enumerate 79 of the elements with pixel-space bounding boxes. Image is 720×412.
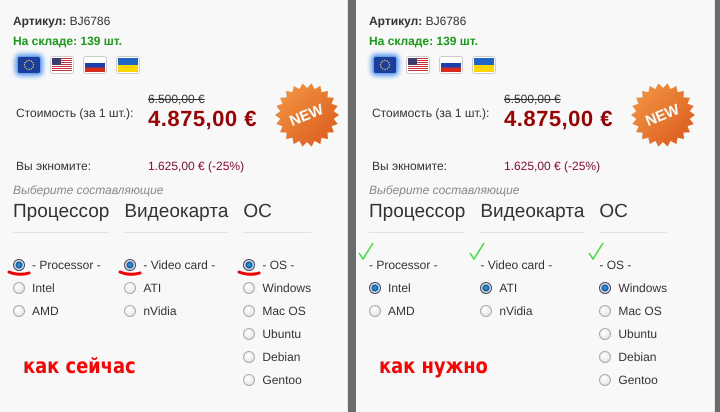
option-label: nVidia bbox=[143, 304, 177, 318]
us-flag-icon[interactable] bbox=[50, 56, 74, 74]
option-label: AMD bbox=[32, 304, 59, 318]
radio-button[interactable] bbox=[243, 374, 256, 386]
option-heading: - Processor - bbox=[369, 258, 438, 272]
new-badge: NEW bbox=[630, 83, 695, 147]
stock-text: На складе: 139 шт. bbox=[13, 34, 123, 48]
option-label: Mac OS bbox=[262, 304, 306, 318]
option-label: - Processor - bbox=[32, 258, 101, 272]
group-title: ОС bbox=[599, 201, 668, 233]
radio-button[interactable] bbox=[124, 305, 136, 317]
option-label: nVidia bbox=[499, 304, 533, 318]
annotation-caption: как сейчас bbox=[23, 354, 136, 378]
option-label: Mac OS bbox=[618, 304, 662, 318]
radio-button[interactable] bbox=[243, 328, 256, 340]
price-label: Стоимость (за 1 шт.): bbox=[372, 106, 490, 120]
price: 4.875,00 € bbox=[148, 106, 257, 132]
option-label: ATI bbox=[143, 281, 162, 295]
savings-value: 1.625,00 € (-25%) bbox=[504, 159, 600, 173]
option-label: - Video card - bbox=[143, 258, 216, 272]
price: 4.875,00 € bbox=[504, 106, 613, 132]
option-label: ATI bbox=[499, 281, 518, 295]
group-title: ОС bbox=[243, 201, 312, 233]
ua-flag-icon[interactable] bbox=[472, 56, 496, 74]
option-label: Intel bbox=[388, 281, 411, 295]
option-label: Windows bbox=[262, 281, 312, 295]
option-label: Windows bbox=[618, 281, 668, 295]
radio-button[interactable] bbox=[243, 259, 256, 271]
option-heading: - OS - bbox=[599, 258, 632, 272]
old-price: 6.500,00 € bbox=[148, 92, 206, 106]
sku-text: Артикул: BJ6786 bbox=[369, 14, 468, 28]
stock-text: На складе: 139 шт. bbox=[369, 34, 479, 48]
option-label: Debian bbox=[262, 350, 300, 364]
radio-button[interactable] bbox=[243, 282, 256, 294]
section-hint: Выберите составляющие bbox=[13, 183, 164, 197]
old-price: 6.500,00 € bbox=[504, 92, 562, 106]
section-hint: Выберите составляющие bbox=[369, 183, 520, 197]
option-heading: - Video card - bbox=[480, 258, 552, 272]
radio-button[interactable] bbox=[599, 374, 612, 386]
radio-button[interactable] bbox=[599, 351, 612, 363]
radio-button[interactable] bbox=[13, 259, 25, 271]
radio-button[interactable] bbox=[13, 282, 25, 294]
annotation-caption: как нужно bbox=[379, 354, 488, 378]
savings-value: 1.625,00 € (-25%) bbox=[148, 159, 244, 173]
ua-flag-icon[interactable] bbox=[116, 56, 140, 74]
radio-button[interactable] bbox=[599, 305, 612, 317]
savings-label: Вы экномите: bbox=[372, 159, 448, 173]
radio-button[interactable] bbox=[124, 259, 136, 271]
radio-button[interactable] bbox=[243, 351, 256, 363]
ru-flag-icon[interactable] bbox=[83, 56, 107, 74]
option-label: Gentoo bbox=[262, 373, 302, 387]
option-label: Intel bbox=[32, 281, 55, 295]
radio-button[interactable] bbox=[480, 282, 492, 294]
group-title: Процессор bbox=[13, 201, 110, 233]
sku-text: Артикул: BJ6786 bbox=[13, 14, 112, 28]
group-title: Видеокарта bbox=[480, 201, 584, 233]
radio-button[interactable] bbox=[599, 328, 612, 340]
radio-button[interactable] bbox=[480, 305, 492, 317]
radio-button[interactable] bbox=[124, 282, 136, 294]
eu-flag-icon[interactable] bbox=[373, 56, 397, 74]
option-label: Gentoo bbox=[618, 373, 658, 387]
radio-button[interactable] bbox=[599, 282, 612, 294]
group-title: Процессор bbox=[369, 201, 466, 233]
radio-button[interactable] bbox=[369, 282, 381, 294]
radio-button[interactable] bbox=[13, 305, 25, 317]
group-title: Видеокарта bbox=[124, 201, 228, 233]
option-label: AMD bbox=[388, 304, 415, 318]
new-badge: NEW bbox=[274, 83, 339, 147]
radio-button[interactable] bbox=[243, 305, 256, 317]
option-label: Ubuntu bbox=[262, 327, 302, 341]
savings-label: Вы экномите: bbox=[16, 159, 92, 173]
eu-flag-icon[interactable] bbox=[17, 56, 41, 74]
us-flag-icon[interactable] bbox=[406, 56, 430, 74]
radio-button[interactable] bbox=[369, 305, 381, 317]
ru-flag-icon[interactable] bbox=[439, 56, 463, 74]
option-label: Ubuntu bbox=[618, 327, 658, 341]
option-label: - OS - bbox=[262, 258, 294, 272]
price-label: Стоимость (за 1 шт.): bbox=[16, 106, 134, 120]
option-label: Debian bbox=[618, 350, 656, 364]
